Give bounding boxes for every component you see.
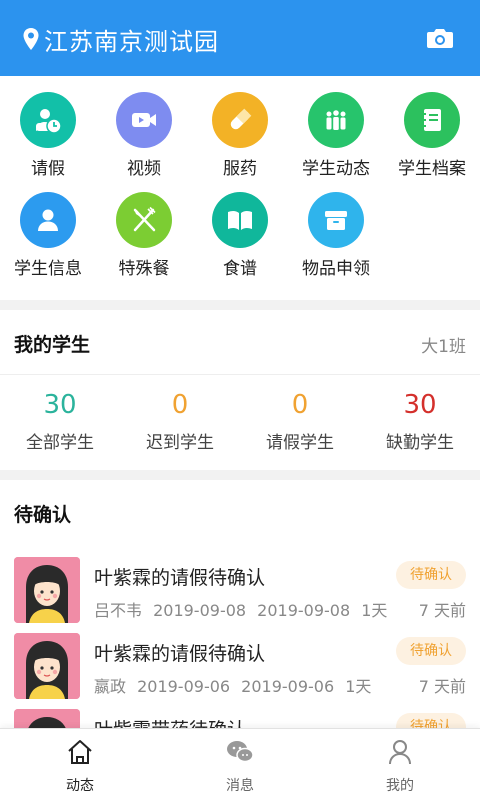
box-icon <box>325 211 347 230</box>
school-title[interactable]: 江苏南京测试园 <box>44 22 219 57</box>
tab-mine[interactable]: 我的 <box>350 737 450 795</box>
feature-icon-bg-5 <box>20 192 76 248</box>
stat-label: 请假学生 <box>266 433 334 453</box>
feature-medicine[interactable]: 服药 <box>192 92 288 179</box>
tab-label: 动态 <box>66 778 94 794</box>
stat-label: 迟到学生 <box>146 433 214 453</box>
feature-icon-bg-3 <box>308 92 364 148</box>
pending-title: 待确认 <box>14 504 72 526</box>
stat-value: 0 <box>171 390 189 420</box>
feature-icon-bg-4 <box>404 92 460 148</box>
pending-card: 待确认 叶紫霖的请假待确认 吕不韦 2019-09-08 2019-09-08 … <box>0 480 480 728</box>
stat-late-students[interactable]: 0 迟到学生 <box>120 390 240 453</box>
feature-label: 请假 <box>31 159 65 179</box>
pending-item[interactable]: 叶紫霖的请假待确认 嬴政 2019-09-06 2019-09-06 1天 待确… <box>0 633 480 705</box>
feature-icon-bg-7 <box>212 192 268 248</box>
user-icon <box>389 740 411 765</box>
pending-item-meta: 吕不韦 2019-09-08 2019-09-08 1天 <box>94 601 388 620</box>
class-name[interactable]: 大1班 <box>421 332 466 357</box>
tab-label: 我的 <box>386 778 414 794</box>
stat-absent-students[interactable]: 30 缺勤学生 <box>360 390 480 453</box>
tab-messages[interactable]: 消息 <box>190 737 290 795</box>
fork-knife-icon <box>133 206 156 232</box>
video-camera-icon <box>132 113 156 127</box>
stat-all-students[interactable]: 30 全部学生 <box>0 390 120 453</box>
tab-dynamics[interactable]: 动态 <box>30 737 130 795</box>
pill-icon <box>230 108 252 130</box>
pending-item-meta: 嬴政 2019-09-06 2019-09-06 1天 <box>94 677 372 696</box>
feature-label: 食谱 <box>223 259 257 279</box>
home-icon <box>68 740 92 764</box>
feature-icon-bg-2 <box>212 92 268 148</box>
book-icon <box>228 210 252 230</box>
stat-label: 缺勤学生 <box>386 433 454 453</box>
group-icon <box>326 110 346 130</box>
pending-item[interactable]: 叶紫霖的请假待确认 吕不韦 2019-09-08 2019-09-08 1天 待… <box>0 557 480 629</box>
my-students-card: 我的学生 大1班 30 全部学生 0 迟到学生 0 请假学生 30 缺勤学生 <box>0 310 480 470</box>
avatar <box>14 633 80 699</box>
feature-label: 特殊餐 <box>118 259 170 279</box>
pending-item-title: 叶紫霖的请假待确认 <box>94 567 266 589</box>
avatar <box>14 557 80 623</box>
feature-student-info[interactable]: 学生信息 <box>0 192 96 279</box>
feature-icon-bg-1 <box>116 92 172 148</box>
chat-icon <box>227 741 254 763</box>
feature-label: 服药 <box>223 159 257 179</box>
feature-item-request[interactable]: 物品申领 <box>288 192 384 279</box>
pending-item-time: 7 天前 <box>418 601 466 620</box>
feature-video[interactable]: 视频 <box>96 92 192 179</box>
bottom-tab-bar: 动态 消息 我的 <box>0 728 480 800</box>
feature-icon-bg-0 <box>20 92 76 148</box>
stat-value: 30 <box>43 390 77 420</box>
divider <box>0 374 480 375</box>
feature-leave[interactable]: 请假 <box>0 92 96 179</box>
stat-label: 全部学生 <box>26 433 94 453</box>
pending-item-time: 7 天前 <box>418 677 466 696</box>
status-badge: 待确认 <box>396 713 466 728</box>
avatar <box>14 709 80 728</box>
pending-item[interactable]: 叶紫霖带药待确认 待确认 <box>0 709 480 728</box>
stat-value: 30 <box>403 390 437 420</box>
location-pin-icon <box>23 28 39 50</box>
feature-icon-bg-6 <box>116 192 172 248</box>
feature-label: 视频 <box>127 159 161 179</box>
feature-label: 学生动态 <box>302 159 370 179</box>
feature-special-meal[interactable]: 特殊餐 <box>96 192 192 279</box>
status-badge: 待确认 <box>396 561 466 589</box>
person-clock-icon <box>36 109 62 134</box>
pending-item-title: 叶紫霖的请假待确认 <box>94 643 266 665</box>
feature-label: 物品申领 <box>302 259 370 279</box>
top-header: 江苏南京测试园 <box>0 0 480 76</box>
feature-label: 学生档案 <box>398 159 466 179</box>
feature-grid: 请假 视频 服药 学生动态 学生档案 学生信息 特殊餐 食谱 物品申领 <box>0 76 480 300</box>
pending-item-title: 叶紫霖带药待确认 <box>94 715 246 728</box>
stat-leave-students[interactable]: 0 请假学生 <box>240 390 360 453</box>
camera-icon[interactable] <box>426 26 454 50</box>
stat-value: 0 <box>291 390 309 420</box>
tab-label: 消息 <box>226 778 254 794</box>
feature-student-dynamics[interactable]: 学生动态 <box>288 92 384 179</box>
feature-student-archive[interactable]: 学生档案 <box>384 92 480 179</box>
notebook-icon <box>422 109 441 131</box>
my-students-title: 我的学生 <box>14 334 91 356</box>
feature-recipe[interactable]: 食谱 <box>192 192 288 279</box>
feature-label: 学生信息 <box>14 259 82 279</box>
status-badge: 待确认 <box>396 637 466 665</box>
feature-icon-bg-8 <box>308 192 364 248</box>
person-icon <box>38 209 58 231</box>
